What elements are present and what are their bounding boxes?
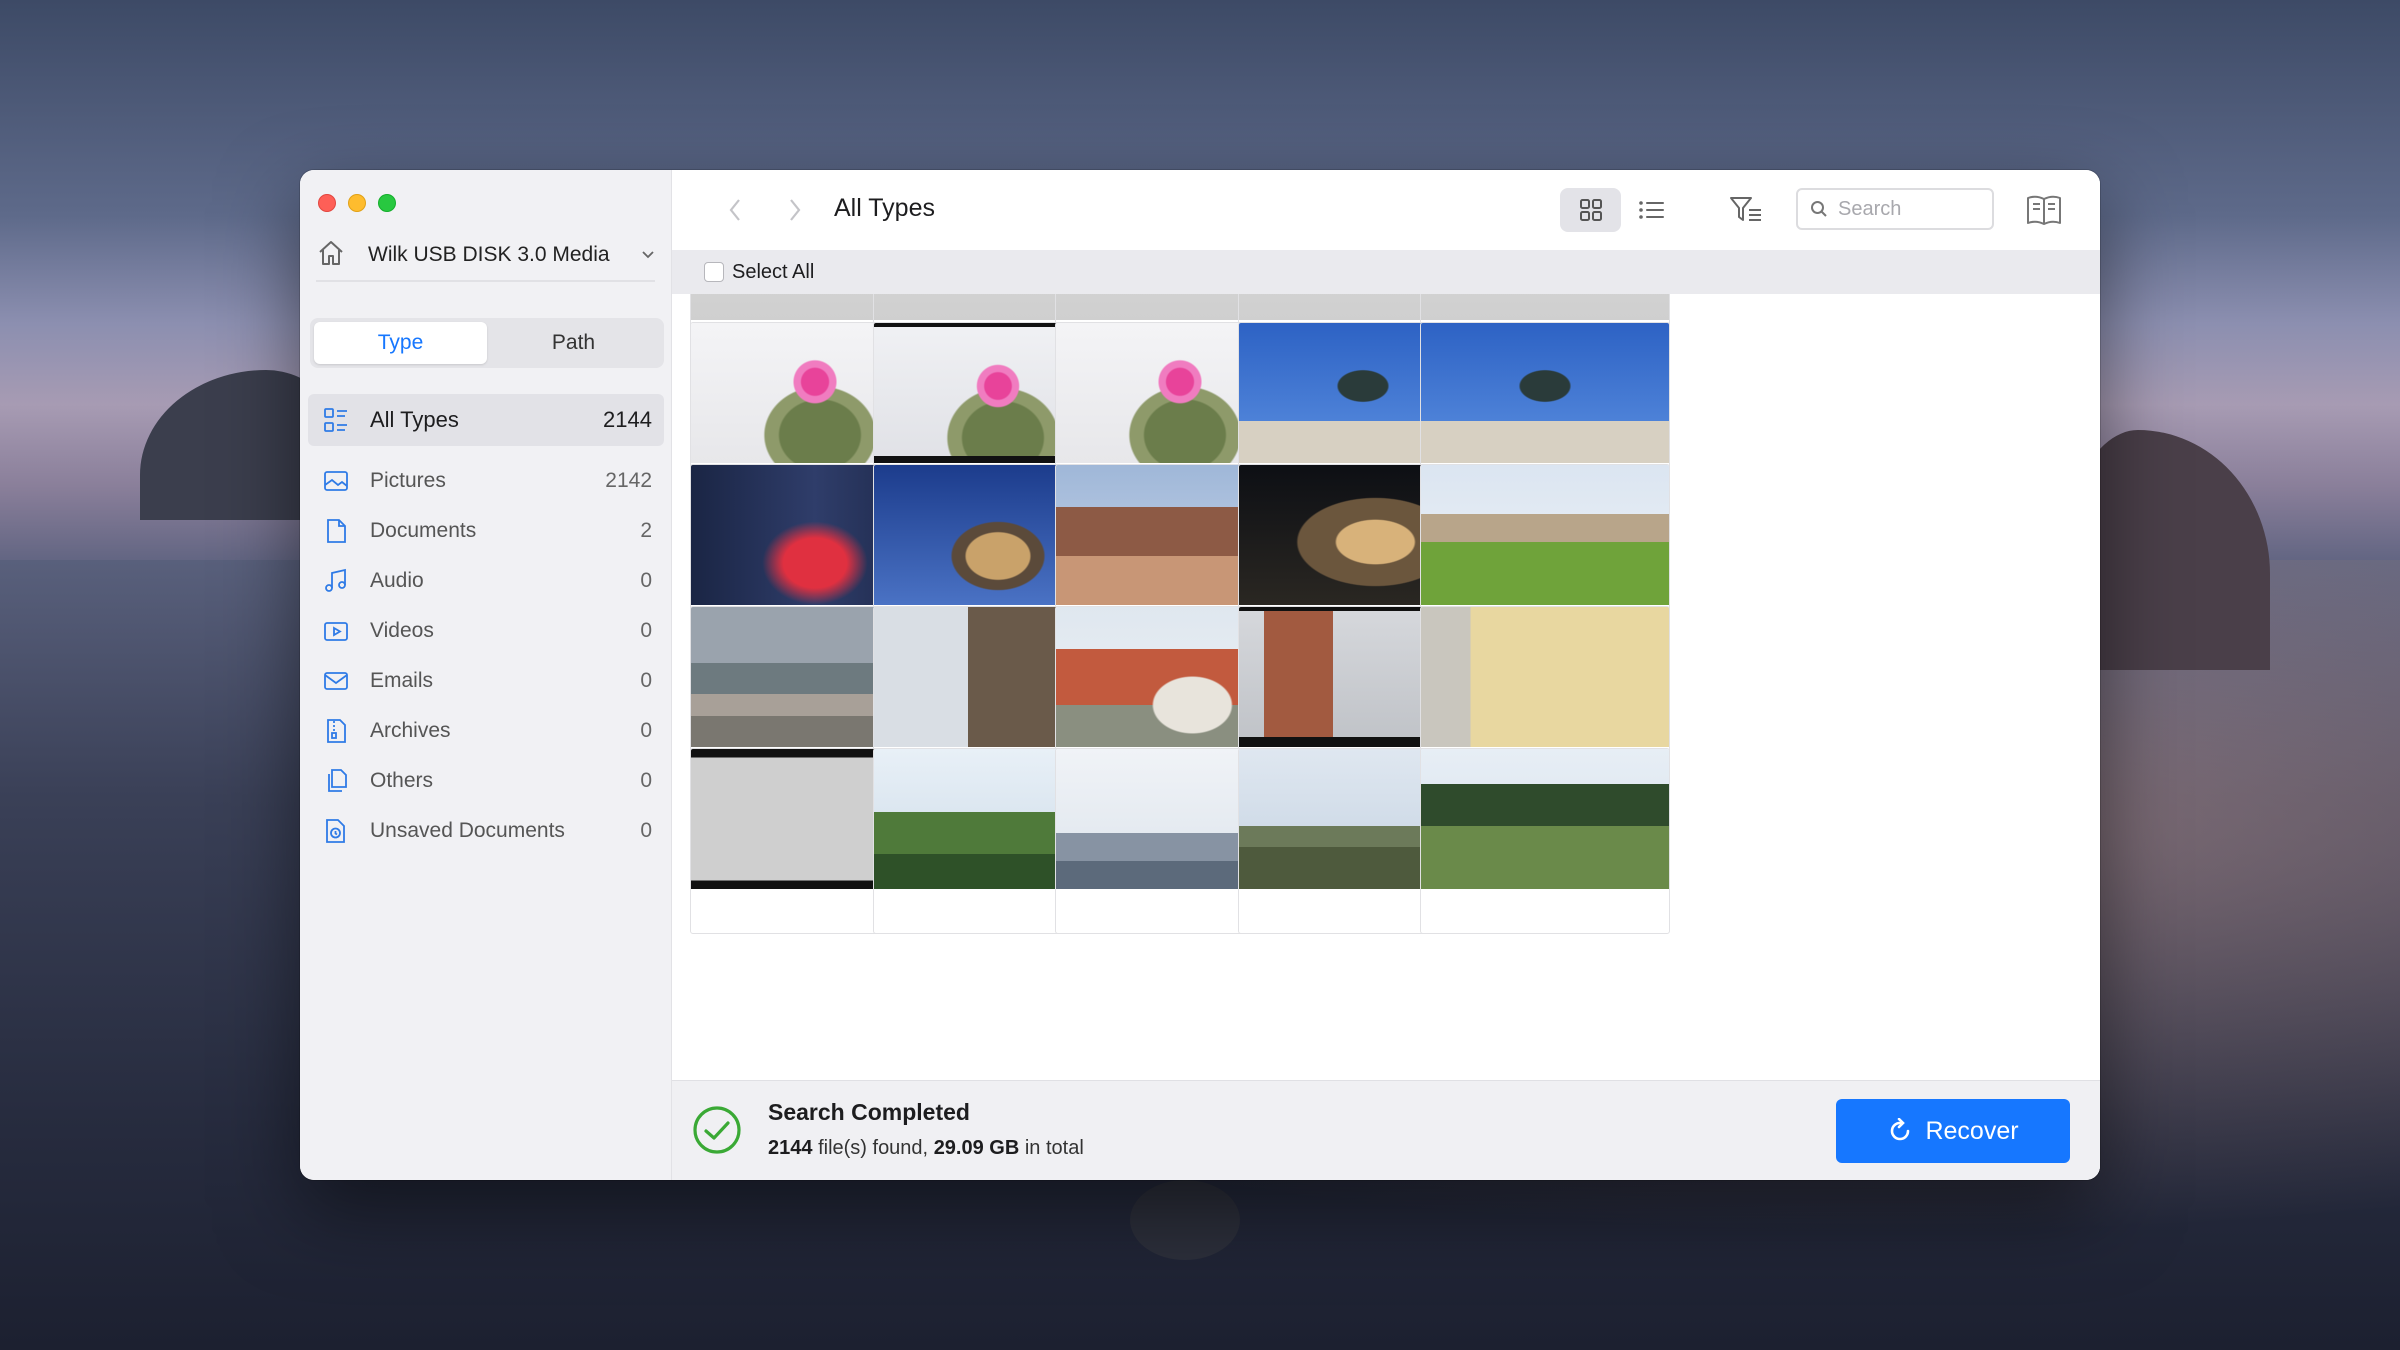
search-icon (1811, 201, 1827, 217)
grid-icon (1579, 199, 1602, 221)
video-icon (322, 617, 350, 645)
device-selector[interactable]: Wilk USB DISK 3.0 Media (316, 234, 655, 282)
grid-view-button[interactable] (1560, 188, 1621, 232)
list-view-button[interactable] (1621, 188, 1682, 232)
status-bar: Search Completed 2144 file(s) found, 29.… (672, 1080, 2100, 1180)
window-controls (318, 194, 396, 212)
found-count: 2144 (768, 1137, 813, 1159)
search-box[interactable] (1796, 188, 1994, 230)
close-window-button[interactable] (318, 194, 336, 212)
filter-icon (1730, 197, 1761, 221)
forward-button[interactable] (782, 196, 808, 224)
category-label: Videos (370, 619, 434, 642)
sidebar-item-archives[interactable]: Archives 0 (308, 706, 664, 756)
sidebar-item-videos[interactable]: Videos 0 (308, 606, 664, 656)
zoom-window-button[interactable] (378, 194, 396, 212)
category-label: Emails (370, 669, 434, 692)
sidebar-item-all-types[interactable]: All Types 2144 (308, 394, 664, 446)
category-count: 0 (640, 719, 652, 742)
select-all-label: Select All (732, 260, 815, 283)
filter-button[interactable] (1728, 192, 1764, 228)
category-label: Documents (370, 519, 477, 542)
home-icon[interactable] (316, 238, 346, 273)
book-guide-icon (2027, 195, 2061, 225)
category-label: Pictures (370, 469, 446, 492)
status-title: Search Completed (768, 1099, 970, 1125)
category-list: All Types 2144 Pictures 2142 Documents 2 Audio… (308, 394, 664, 856)
grid-list-icon (322, 406, 350, 434)
back-button[interactable] (722, 196, 748, 224)
category-count: 2142 (605, 469, 652, 492)
minimize-window-button[interactable] (348, 194, 366, 212)
file-thumbnail[interactable] (1421, 607, 1669, 747)
toolbar: All Types (672, 170, 2100, 250)
file-grid: IMG_9403.jpgIMG_9404.jpgIMG_9410.jpgCANO… (672, 294, 2100, 1080)
envelope-icon (322, 667, 350, 695)
chevron-down-icon[interactable] (641, 246, 655, 264)
category-label: Others (370, 769, 434, 792)
status-detail: 2144 file(s) found, 29.09 GB in total (768, 1137, 1084, 1160)
file-thumbnail[interactable] (1421, 294, 1669, 320)
files-icon (322, 767, 350, 795)
category-count: 0 (640, 569, 652, 592)
recover-button[interactable]: Recover (1836, 1099, 2070, 1163)
chevron-left-icon (729, 199, 740, 221)
category-count: 0 (640, 619, 652, 642)
list-icon (1638, 201, 1664, 219)
sidebar-item-audio[interactable]: Audio 0 (308, 556, 664, 606)
category-count: 0 (640, 769, 652, 792)
found-label: file(s) found, (818, 1137, 929, 1159)
chevron-right-icon (790, 199, 801, 221)
page-title: All Types (834, 194, 935, 222)
category-label: Audio (370, 569, 424, 592)
music-note-icon (322, 567, 350, 595)
sidebar: Wilk USB DISK 3.0 Media Type Path All Ty… (300, 170, 672, 1180)
view-mode-toggle (1560, 188, 1682, 232)
file-thumbnail[interactable] (1421, 323, 1669, 463)
file-thumbnail[interactable] (1421, 465, 1669, 605)
document-icon (322, 517, 350, 545)
recover-label: Recover (1925, 1116, 2019, 1145)
file-thumbnail[interactable] (1421, 749, 1669, 889)
category-label: Archives (370, 719, 451, 742)
category-count: 0 (640, 669, 652, 692)
picture-icon (322, 467, 350, 495)
total-size-suffix: in total (1024, 1137, 1084, 1159)
app-window: Wilk USB DISK 3.0 Media Type Path All Ty… (300, 170, 2100, 1180)
sidebar-item-documents[interactable]: Documents 2 (308, 506, 664, 556)
unsaved-document-icon (322, 817, 350, 845)
view-by-segmented-control: Type Path (310, 318, 664, 368)
select-all-checkbox[interactable] (704, 262, 724, 282)
tab-type[interactable]: Type (314, 322, 487, 364)
guide-button[interactable] (2024, 190, 2064, 230)
category-label: Unsaved Documents (370, 819, 565, 842)
file-card[interactable] (1420, 748, 1670, 934)
search-input[interactable] (1838, 197, 1978, 221)
select-all-bar: Select All (672, 250, 2100, 294)
category-count: 2144 (603, 407, 652, 432)
sidebar-item-others[interactable]: Others 0 (308, 756, 664, 806)
device-name: Wilk USB DISK 3.0 Media (368, 243, 610, 266)
sidebar-item-unsaved-documents[interactable]: Unsaved Documents 0 (308, 806, 664, 856)
archive-icon (322, 717, 350, 745)
category-count: 0 (640, 819, 652, 842)
category-count: 2 (640, 519, 652, 542)
rock (1130, 1180, 1240, 1260)
total-size: 29.09 GB (933, 1137, 1020, 1159)
sidebar-item-emails[interactable]: Emails 0 (308, 656, 664, 706)
sidebar-item-pictures[interactable]: Pictures 2142 (308, 456, 664, 506)
main-panel: All Types Select All (672, 170, 2100, 1180)
check-circle-icon (693, 1106, 741, 1154)
category-label: All Types (370, 407, 459, 432)
refresh-icon (1887, 1118, 1913, 1144)
tab-path[interactable]: Path (487, 322, 660, 364)
